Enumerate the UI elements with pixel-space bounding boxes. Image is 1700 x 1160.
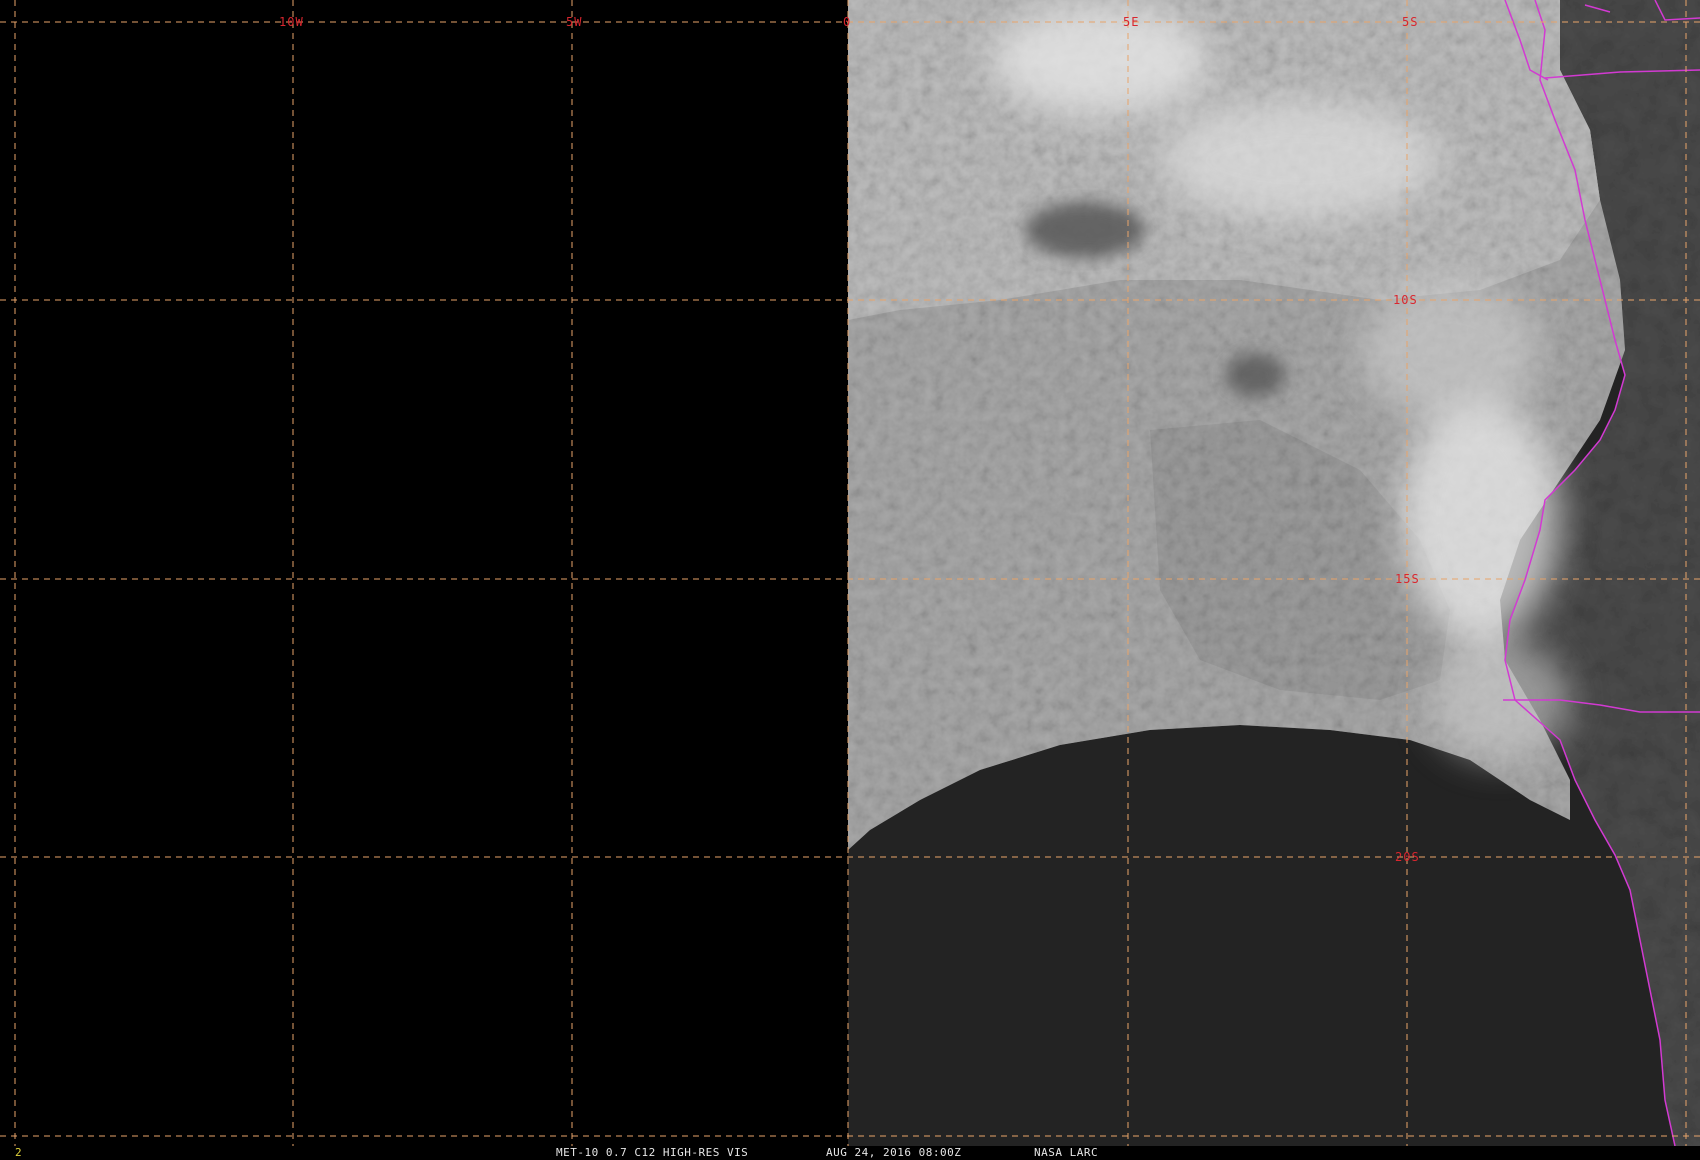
- lat-label-10s: 10S: [1393, 293, 1418, 307]
- product-label: MET-10 0.7 C12 HIGH-RES VIS: [556, 1146, 749, 1159]
- lon-label-5e: 5E: [1123, 15, 1139, 29]
- lat-label-20s: 20S: [1395, 850, 1420, 864]
- lat-label-15s: 15S: [1395, 572, 1420, 586]
- lon-label-10w: 10W: [279, 15, 304, 29]
- lon-label-5w: 5W: [566, 15, 582, 29]
- satellite-imagery: [848, 0, 1700, 1146]
- frame-number: 2: [15, 1146, 23, 1159]
- datetime-label: AUG 24, 2016 08:00Z: [826, 1146, 962, 1159]
- lon-label-0: 0: [843, 15, 851, 29]
- satellite-image-viewer: 10W 5W 0 5E 5S 10S 15S 20S: [0, 0, 1700, 1160]
- source-label: NASA LARC: [1034, 1146, 1099, 1159]
- lat-label-5s: 5S: [1402, 15, 1418, 29]
- satellite-map: 10W 5W 0 5E 5S 10S 15S 20S: [0, 0, 1700, 1146]
- caption-bar: 2 MET-10 0.7 C12 HIGH-RES VIS AUG 24, 20…: [0, 1146, 1700, 1160]
